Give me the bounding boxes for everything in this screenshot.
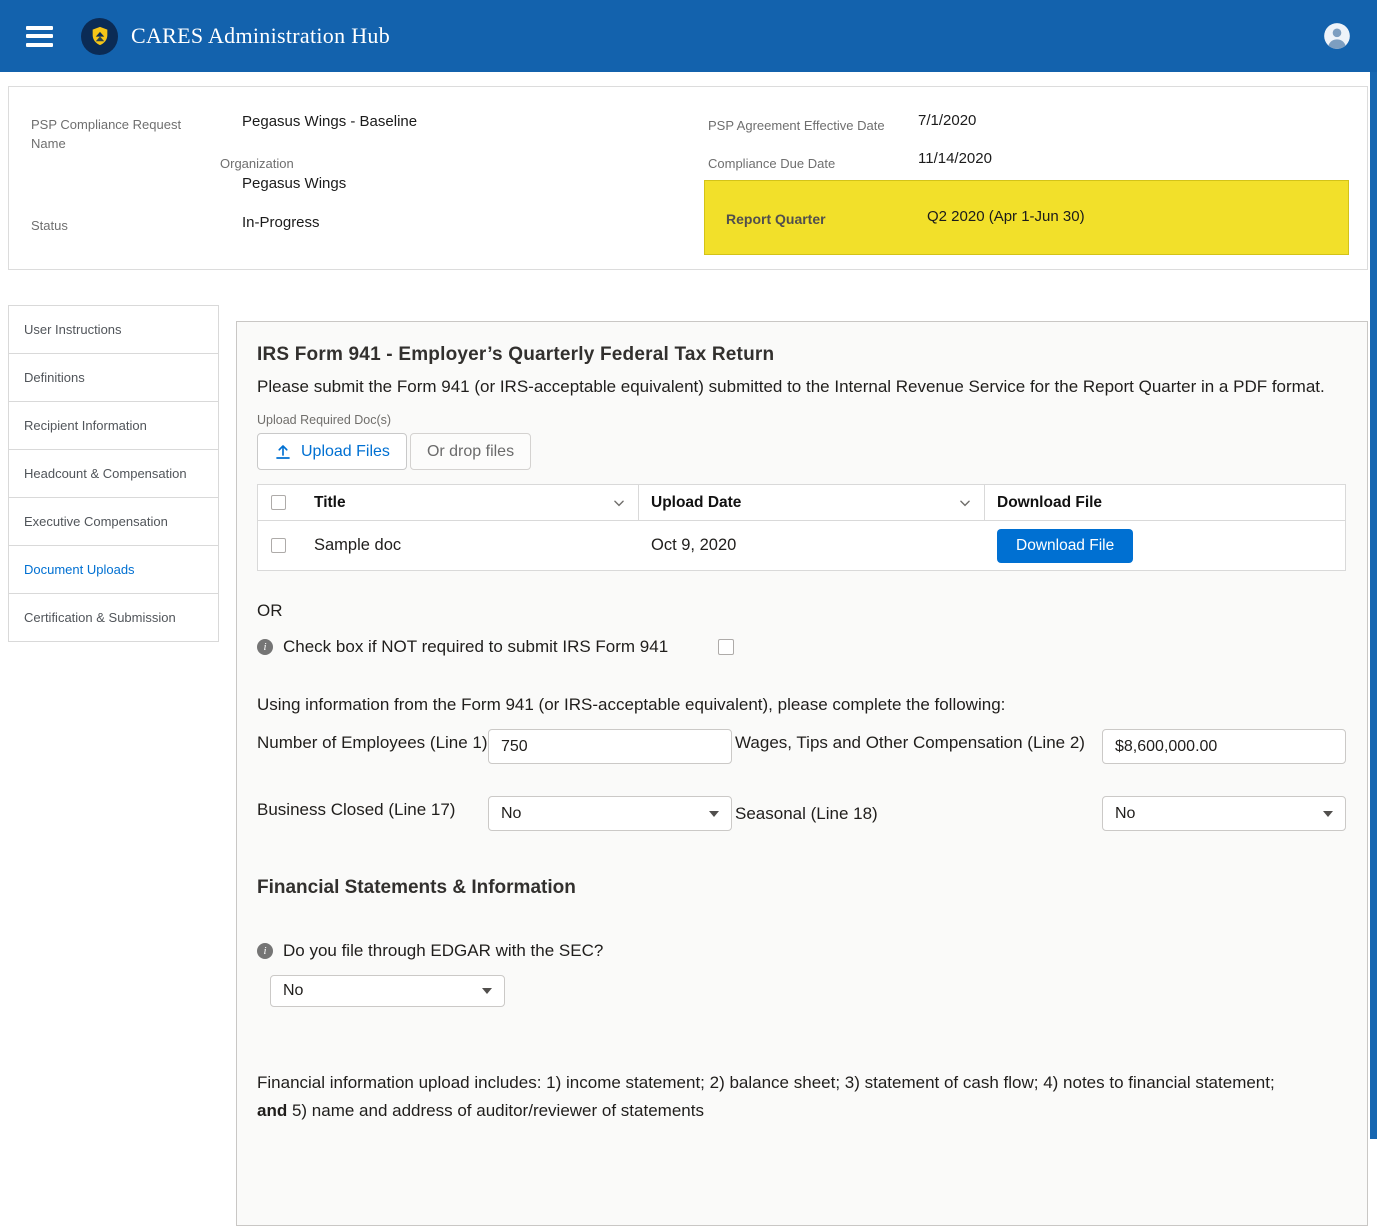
sidebar-item-recipient-information[interactable]: Recipient Information — [9, 402, 218, 450]
column-header-download-file: Download File — [997, 494, 1102, 512]
chevron-down-icon — [709, 811, 719, 817]
info-icon[interactable] — [257, 943, 273, 959]
form941-fields-row-2: Business Closed (Line 17) No Seasonal (L… — [257, 796, 1346, 831]
info-icon[interactable] — [257, 639, 273, 655]
due-date-value: 11/14/2020 — [918, 150, 992, 167]
menu-button[interactable] — [26, 26, 53, 47]
complete-following-text: Using information from the Form 941 (or … — [257, 695, 1346, 715]
sidebar-item-label: Certification & Submission — [24, 610, 176, 625]
employees-label: Number of Employees (Line 1) — [257, 729, 488, 757]
organization-value: Pegasus Wings — [242, 175, 346, 192]
upload-controls: Upload Files Or drop files — [257, 433, 1346, 470]
business-closed-value: No — [501, 805, 521, 823]
edgar-question-row: Do you file through EDGAR with the SEC? — [257, 941, 1346, 961]
title-column-chevron-down-icon[interactable] — [612, 496, 626, 510]
note-suffix: 5) name and address of auditor/reviewer … — [287, 1101, 704, 1120]
form941-title: IRS Form 941 - Employer’s Quarterly Fede… — [257, 344, 1346, 366]
request-name-label: PSP Compliance Request Name — [31, 115, 191, 153]
user-icon — [1323, 22, 1351, 50]
sidebar-item-label: Headcount & Compensation — [24, 466, 187, 481]
business-closed-select[interactable]: No — [488, 796, 732, 831]
app-logo-icon — [81, 18, 118, 55]
edgar-value: No — [283, 982, 303, 1000]
not-required-checkbox[interactable] — [718, 639, 734, 655]
sidebar-item-user-instructions[interactable]: User Instructions — [9, 306, 218, 354]
financial-section-title: Financial Statements & Information — [257, 877, 1346, 899]
not-required-label: Check box if NOT required to submit IRS … — [283, 637, 668, 657]
status-label: Status — [31, 216, 68, 235]
form941-description: Please submit the Form 941 (or IRS-accep… — [257, 373, 1327, 401]
sidebar-item-headcount-compensation[interactable]: Headcount & Compensation — [9, 450, 218, 498]
table-header-row: Title Upload Date Download File — [258, 485, 1345, 521]
not-required-row: Check box if NOT required to submit IRS … — [257, 637, 1346, 657]
business-closed-label: Business Closed (Line 17) — [257, 796, 488, 824]
report-quarter-value: Q2 2020 (Apr 1-Jun 30) — [927, 208, 1085, 225]
table-row: Sample doc Oct 9, 2020 Download File — [258, 521, 1345, 570]
date-column-chevron-down-icon[interactable] — [958, 496, 972, 510]
chevron-down-icon — [482, 988, 492, 994]
effective-date-label: PSP Agreement Effective Date — [708, 116, 885, 135]
sidebar-item-label: Recipient Information — [24, 418, 147, 433]
seasonal-value: No — [1115, 805, 1135, 823]
edgar-select[interactable]: No — [270, 975, 505, 1007]
seasonal-select[interactable]: No — [1102, 796, 1346, 831]
sidebar-item-certification-submission[interactable]: Certification & Submission — [9, 594, 218, 642]
note-bold: and — [257, 1101, 287, 1120]
drop-files-label: Or drop files — [427, 443, 514, 461]
sidebar-item-label: Definitions — [24, 370, 85, 385]
documents-table: Title Upload Date Download File Sa — [257, 484, 1346, 571]
compliance-summary-card: PSP Compliance Request Name Pegasus Wing… — [8, 86, 1368, 270]
document-uploads-panel: IRS Form 941 - Employer’s Quarterly Fede… — [236, 321, 1368, 1226]
upload-files-label: Upload Files — [301, 443, 390, 461]
effective-date-value: 7/1/2020 — [918, 112, 976, 129]
column-header-upload-date: Upload Date — [651, 494, 741, 512]
scrollbar[interactable] — [1370, 72, 1377, 1139]
financial-upload-note: Financial information upload includes: 1… — [257, 1069, 1292, 1125]
report-quarter-label: Report Quarter — [726, 211, 826, 227]
select-all-checkbox[interactable] — [271, 495, 286, 510]
request-name-value: Pegasus Wings - Baseline — [242, 113, 417, 130]
or-label: OR — [257, 601, 1346, 621]
doc-title: Sample doc — [314, 536, 401, 555]
form941-fields-row-1: Number of Employees (Line 1) Wages, Tips… — [257, 729, 1346, 764]
report-quarter-highlight: Report Quarter Q2 2020 (Apr 1-Jun 30) — [704, 180, 1349, 255]
app-header: CARES Administration Hub — [0, 0, 1377, 72]
drop-files-zone[interactable]: Or drop files — [410, 433, 531, 470]
download-file-button[interactable]: Download File — [997, 529, 1133, 563]
due-date-label: Compliance Due Date — [708, 154, 835, 173]
chevron-down-icon — [1323, 811, 1333, 817]
organization-label: Organization — [220, 154, 294, 173]
upload-files-button[interactable]: Upload Files — [257, 433, 407, 470]
wages-label: Wages, Tips and Other Compensation (Line… — [735, 729, 1087, 757]
row-checkbox[interactable] — [271, 538, 286, 553]
content-layout: User Instructions Definitions Recipient … — [8, 305, 1368, 1226]
sidebar-item-definitions[interactable]: Definitions — [9, 354, 218, 402]
doc-upload-date: Oct 9, 2020 — [651, 536, 736, 555]
sidebar-item-executive-compensation[interactable]: Executive Compensation — [9, 498, 218, 546]
edgar-question-label: Do you file through EDGAR with the SEC? — [283, 941, 603, 961]
wages-input[interactable] — [1102, 729, 1346, 764]
sidebar-item-label: Document Uploads — [24, 562, 135, 577]
note-prefix: Financial information upload includes: 1… — [257, 1073, 1275, 1092]
sidebar-item-label: User Instructions — [24, 322, 122, 337]
section-nav: User Instructions Definitions Recipient … — [8, 305, 219, 642]
sidebar-item-label: Executive Compensation — [24, 514, 168, 529]
sidebar-item-document-uploads[interactable]: Document Uploads — [9, 546, 218, 594]
upload-icon — [274, 443, 292, 461]
column-header-title: Title — [314, 494, 346, 512]
employees-input[interactable] — [488, 729, 732, 764]
avatar[interactable] — [1323, 22, 1351, 50]
status-value: In-Progress — [242, 214, 320, 231]
upload-required-label: Upload Required Doc(s) — [257, 413, 1346, 427]
app-title: CARES Administration Hub — [131, 23, 390, 49]
seasonal-label: Seasonal (Line 18) — [735, 796, 1087, 831]
